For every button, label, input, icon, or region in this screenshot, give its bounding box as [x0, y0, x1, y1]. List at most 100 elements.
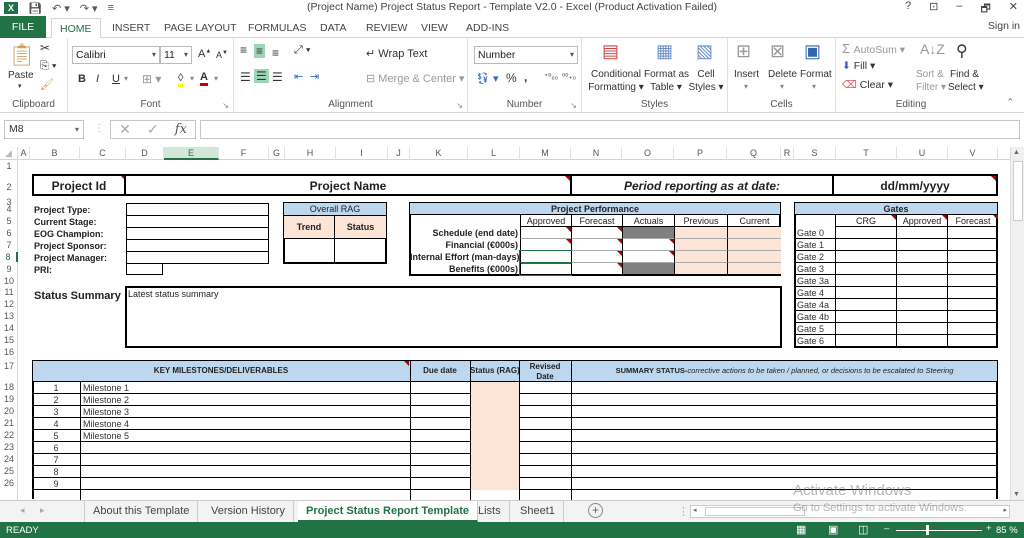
column-header[interactable]: L: [468, 147, 520, 160]
performance-cell[interactable]: [727, 251, 781, 263]
row-header[interactable]: 18: [0, 382, 18, 392]
revised-date-cell[interactable]: [520, 382, 571, 393]
row-header[interactable]: 13: [0, 311, 18, 321]
alignment-dialog-launcher-icon[interactable]: ↘: [456, 101, 463, 110]
summary-status-cell[interactable]: [572, 394, 998, 405]
font-name-combo[interactable]: Calibri ▾: [72, 46, 160, 64]
row-header[interactable]: 25: [0, 466, 18, 476]
orientation-icon[interactable]: ⤢ ▾: [294, 44, 310, 57]
tab-review[interactable]: REVIEW: [358, 18, 415, 38]
gate-cell[interactable]: [835, 335, 896, 347]
name-box[interactable]: M8 ▾: [4, 120, 84, 139]
revised-date-cell[interactable]: [520, 442, 571, 453]
scroll-tabs-left-icon[interactable]: ◂: [20, 505, 25, 516]
performance-cell[interactable]: [622, 239, 674, 251]
format-painter-icon[interactable]: 🖌︎: [40, 78, 54, 91]
insert-button[interactable]: Insert: [734, 69, 759, 80]
scroll-tabs-right-icon[interactable]: ▸: [40, 505, 45, 516]
insert-dropdown-icon[interactable]: ▾: [744, 82, 748, 91]
delete-cells-icon[interactable]: ⊠: [770, 41, 785, 62]
row-header[interactable]: 11: [0, 287, 18, 297]
column-header[interactable]: U: [897, 147, 948, 160]
gate-cell[interactable]: [947, 287, 998, 299]
revised-date-cell[interactable]: [520, 430, 571, 441]
summary-status-cell[interactable]: [572, 418, 998, 429]
performance-cell[interactable]: [727, 263, 781, 275]
increase-indent-icon[interactable]: ⇥: [310, 70, 319, 83]
summary-status-cell[interactable]: [572, 382, 998, 393]
underline-dropdown-icon[interactable]: ▾: [124, 74, 128, 83]
gate-cell[interactable]: [896, 251, 947, 263]
autosum-button[interactable]: Σ AutoSum ▾: [842, 41, 905, 56]
status-value-cell[interactable]: [335, 238, 386, 263]
performance-cell[interactable]: [622, 227, 674, 239]
gate-cell[interactable]: [947, 275, 998, 287]
wrap-text-button[interactable]: ↵ Wrap Text: [366, 47, 427, 60]
column-header[interactable]: F: [219, 147, 269, 160]
gate-cell[interactable]: [896, 299, 947, 311]
sheet-tab-lists[interactable]: Lists: [470, 501, 510, 522]
column-header[interactable]: P: [674, 147, 727, 160]
horizontal-scroll-thumb[interactable]: [705, 507, 805, 516]
column-header[interactable]: N: [571, 147, 622, 160]
scroll-up-icon[interactable]: ▲: [1013, 149, 1020, 156]
gate-cell[interactable]: [835, 239, 896, 251]
paste-icon[interactable]: 📋︎: [8, 42, 36, 68]
sheet-tab-version-history[interactable]: Version History: [203, 501, 294, 522]
summary-status-cell[interactable]: [572, 430, 998, 441]
font-size-combo[interactable]: 11 ▾: [160, 46, 192, 64]
column-header[interactable]: S: [794, 147, 836, 160]
column-header[interactable]: R: [781, 147, 794, 160]
tab-view[interactable]: VIEW: [413, 18, 456, 38]
gate-cell[interactable]: [896, 311, 947, 323]
paste-button[interactable]: Paste: [8, 70, 34, 81]
due-date-cell[interactable]: [411, 466, 470, 477]
gate-cell[interactable]: [947, 335, 998, 347]
gate-cell[interactable]: [947, 227, 998, 239]
format-cells-icon[interactable]: ▣: [804, 41, 821, 62]
gate-cell[interactable]: [947, 251, 998, 263]
revised-date-cell[interactable]: [520, 454, 571, 465]
milestone-name[interactable]: Milestone 4: [83, 419, 129, 429]
column-header[interactable]: I: [336, 147, 388, 160]
scroll-left-icon[interactable]: ◂: [693, 506, 697, 514]
status-summary-field[interactable]: [125, 286, 782, 348]
row-header[interactable]: 5: [0, 216, 18, 226]
tab-data[interactable]: DATA: [312, 18, 354, 38]
zoom-level[interactable]: 85 %: [996, 525, 1018, 536]
gate-cell[interactable]: [835, 323, 896, 335]
performance-cell[interactable]: [727, 239, 781, 251]
column-header[interactable]: H: [285, 147, 336, 160]
tab-home[interactable]: HOME: [51, 18, 101, 39]
revised-date-cell[interactable]: [520, 406, 571, 417]
new-sheet-button[interactable]: +: [588, 503, 603, 518]
status-rag-cell[interactable]: [471, 454, 519, 466]
number-format-combo[interactable]: Number ▾: [474, 46, 578, 64]
comma-style-button[interactable]: ,: [524, 70, 527, 84]
delete-button[interactable]: Delete: [768, 69, 797, 80]
due-date-cell[interactable]: [411, 406, 470, 417]
performance-cell[interactable]: [674, 227, 727, 239]
vertical-scrollbar[interactable]: ▲ ▼: [1010, 147, 1024, 500]
due-date-cell[interactable]: [411, 430, 470, 441]
zoom-slider-thumb[interactable]: [926, 525, 929, 535]
status-rag-cell[interactable]: [471, 430, 519, 442]
milestone-name[interactable]: Milestone 5: [83, 431, 129, 441]
status-rag-cell[interactable]: [471, 478, 519, 490]
zoom-slider[interactable]: [896, 530, 982, 531]
summary-status-cell[interactable]: [572, 454, 998, 465]
status-rag-cell[interactable]: [471, 442, 519, 454]
fill-color-icon[interactable]: ◊: [178, 72, 184, 87]
decrease-font-icon[interactable]: A▼: [216, 50, 228, 60]
tab-insert[interactable]: INSERT: [104, 18, 158, 38]
performance-cell[interactable]: [727, 227, 781, 239]
gate-cell[interactable]: [896, 335, 947, 347]
row-header[interactable]: 9: [0, 264, 18, 274]
align-center-icon[interactable]: ☰: [254, 69, 269, 83]
top-align-icon[interactable]: ≡: [240, 43, 247, 57]
gate-cell[interactable]: [947, 263, 998, 275]
select-all-button[interactable]: ◢: [0, 147, 18, 160]
row-header[interactable]: 7: [0, 240, 18, 250]
status-rag-cell[interactable]: [471, 418, 519, 430]
due-date-cell[interactable]: [411, 454, 470, 465]
